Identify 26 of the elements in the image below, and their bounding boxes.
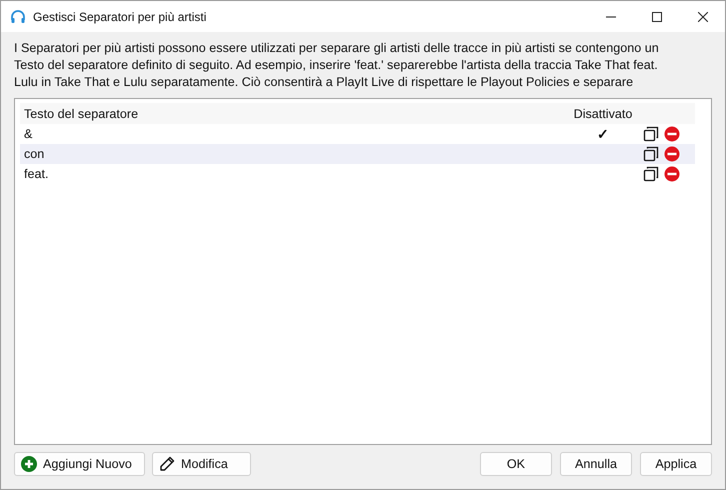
table-cell-text: con bbox=[23, 147, 46, 161]
pencil-icon bbox=[159, 456, 175, 472]
copy-icon[interactable] bbox=[643, 166, 659, 182]
headphones-icon bbox=[10, 8, 26, 24]
table-cell-text: feat. bbox=[23, 167, 50, 181]
dialog-button[interactable]: Applica bbox=[640, 452, 712, 476]
toolbar-button[interactable]: Modifica bbox=[152, 452, 251, 476]
dialog-button[interactable]: Annulla bbox=[560, 452, 632, 476]
column-header: Disattivato bbox=[572, 106, 634, 120]
copy-icon[interactable] bbox=[643, 126, 659, 142]
remove-icon[interactable] bbox=[664, 146, 680, 162]
close-icon[interactable] bbox=[698, 12, 708, 22]
column-header: Testo del separatore bbox=[23, 106, 140, 120]
copy-icon[interactable] bbox=[643, 146, 659, 162]
toolbar-button[interactable]: Aggiungi Nuovo bbox=[14, 452, 145, 476]
dialog-button[interactable]: OK bbox=[480, 452, 552, 476]
remove-icon[interactable] bbox=[664, 166, 680, 182]
check-mark: ✓ bbox=[597, 126, 609, 142]
plus-icon bbox=[21, 456, 37, 472]
table-cell-text: & bbox=[23, 127, 34, 141]
description-text: I Separatori per più artisti possono essere utilizzati per separare gli artisti delle tracce in più artisti se contengono un Testo del separatore definito di seguito. Ad esempio, inserire 'feat.' separerebbe l'artista della traccia Take That feat. Lulu in Take That e Lulu separatamente. Ciò consentirà a PlayIt Live di rispettare le Playout Policies e separare bbox=[14, 40, 660, 91]
table-row[interactable]: con bbox=[20, 144, 695, 164]
table-row[interactable]: feat. bbox=[20, 164, 695, 184]
remove-icon[interactable] bbox=[664, 126, 680, 142]
maximize-icon[interactable] bbox=[652, 12, 662, 22]
window-title: Gestisci Separatori per più artisti bbox=[33, 10, 206, 24]
